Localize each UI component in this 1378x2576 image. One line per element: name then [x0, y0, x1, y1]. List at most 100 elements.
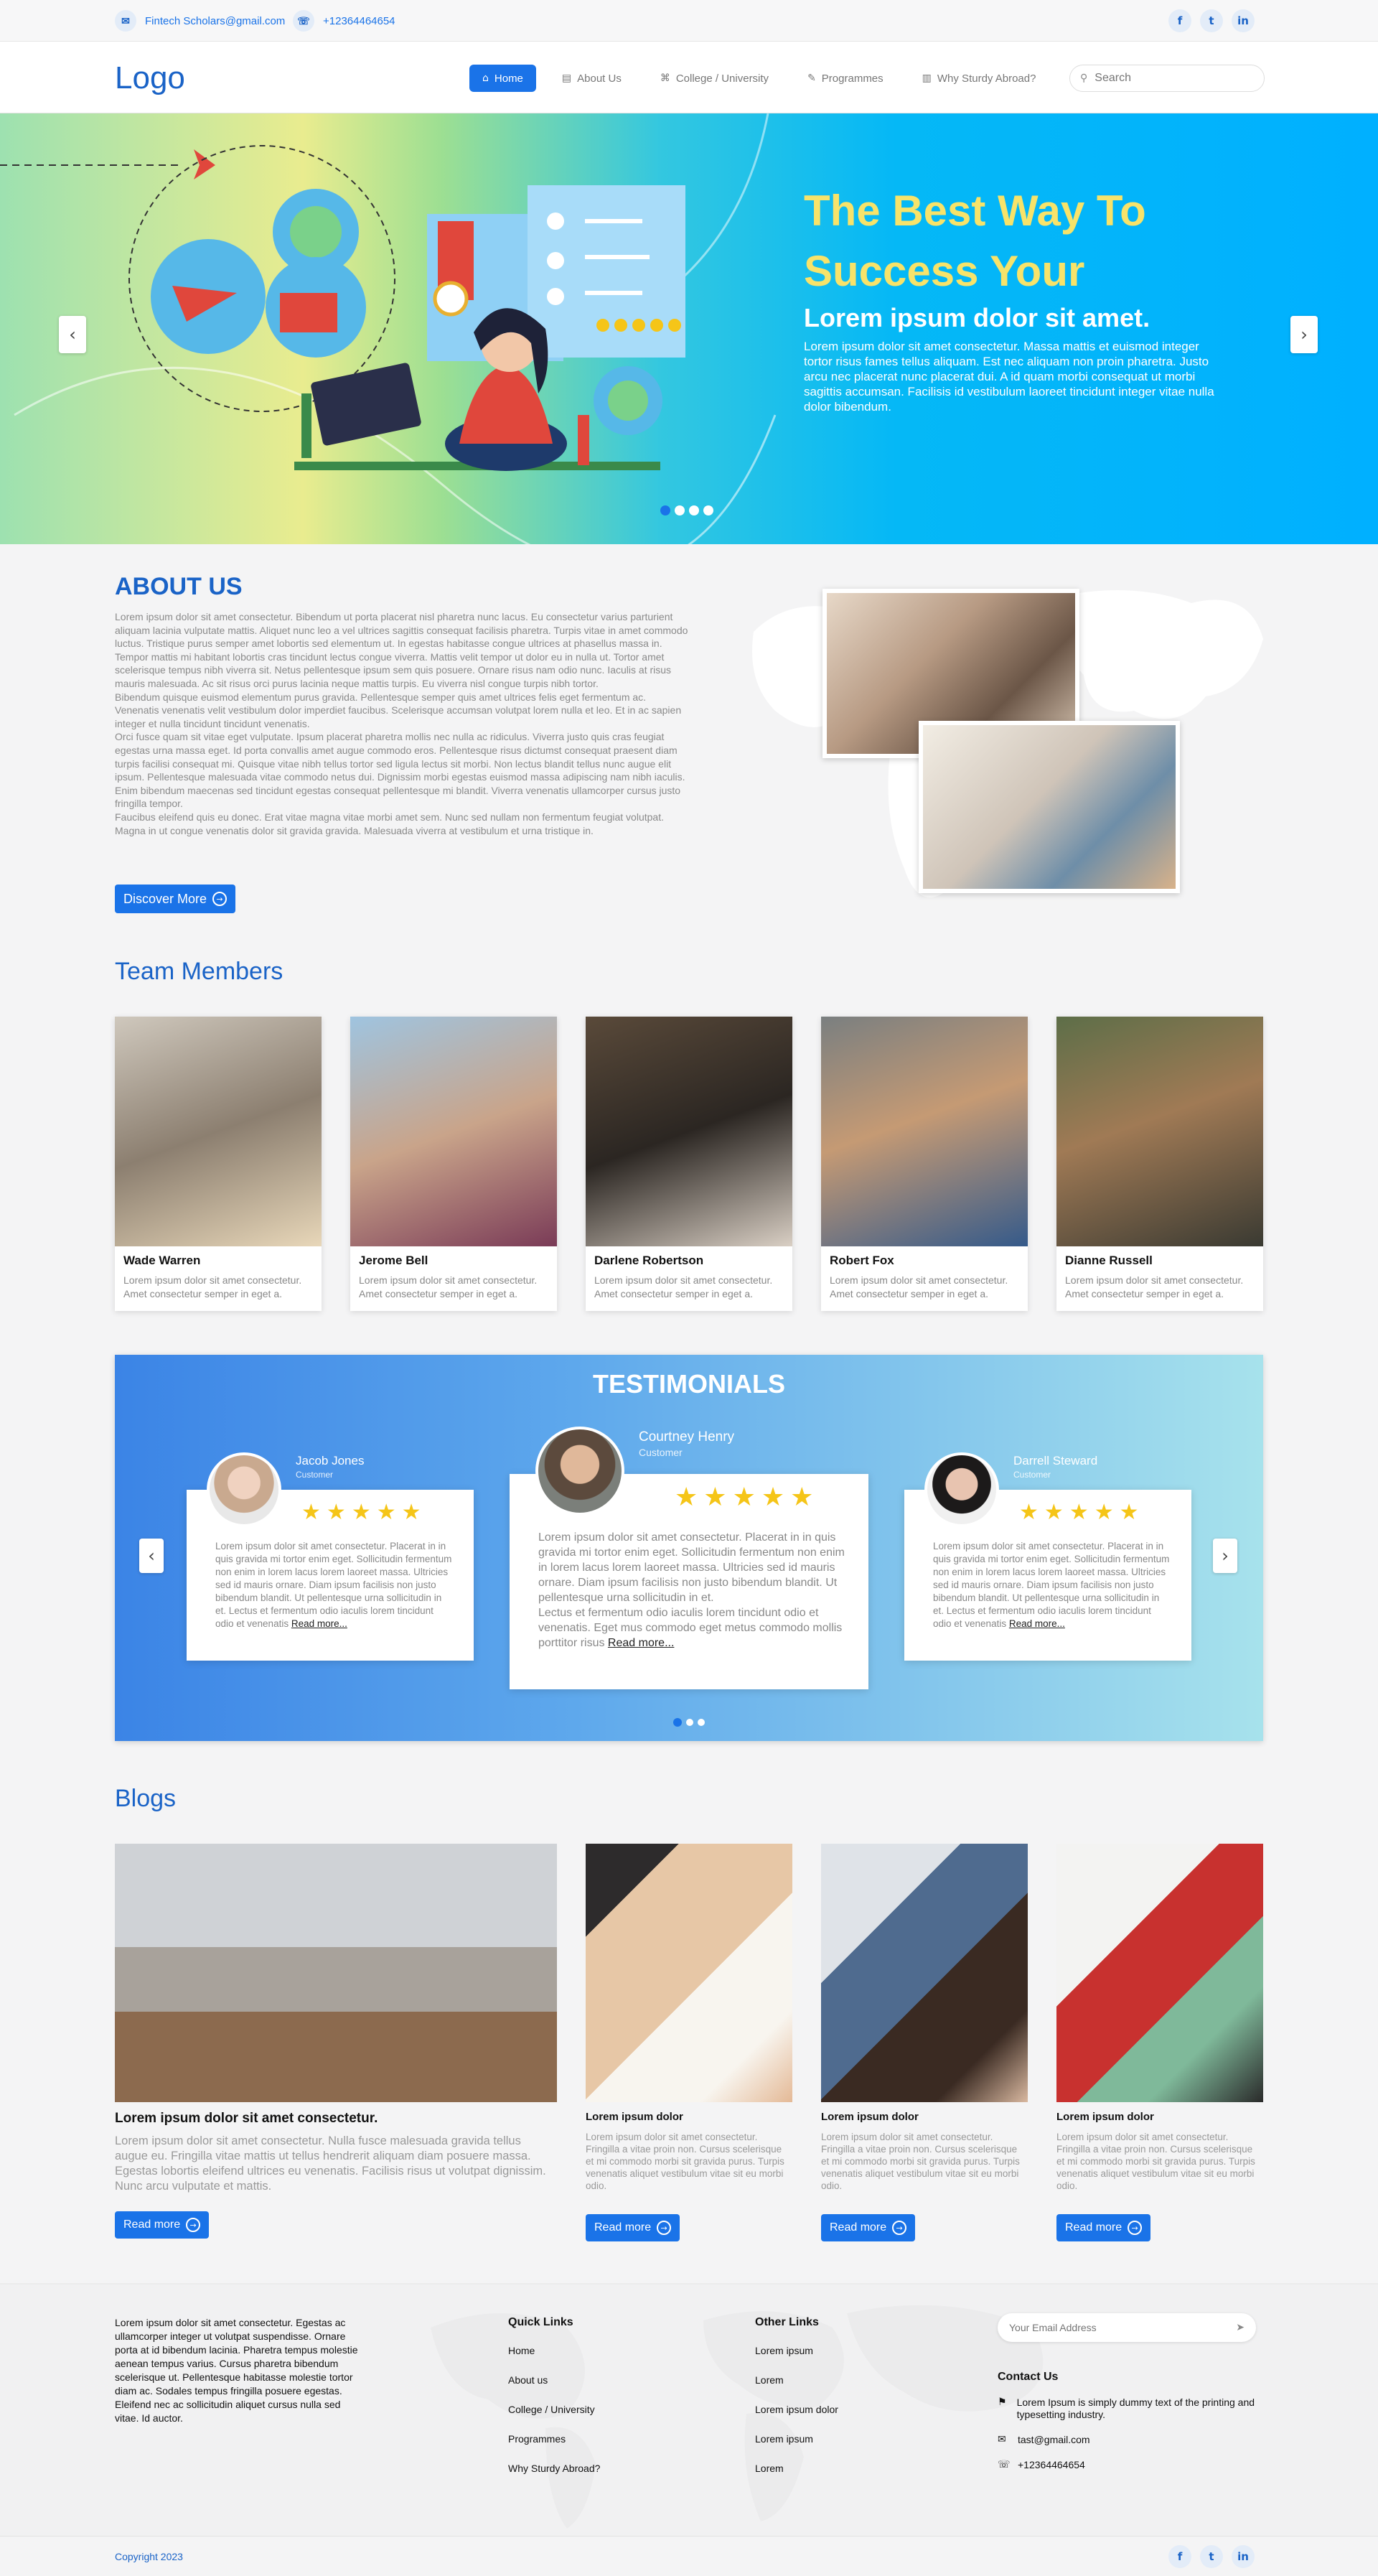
blog-title[interactable]: Lorem ipsum dolor: [821, 2111, 919, 2123]
footer-social-links: f t in: [1168, 2545, 1255, 2568]
about-photo-travel: [919, 721, 1180, 893]
topbar-phone-text: +12364464654: [323, 14, 395, 27]
facebook-icon[interactable]: f: [1168, 2545, 1191, 2568]
contact-phone-text: +12364464654: [1018, 2459, 1085, 2470]
nav-college[interactable]: ⌘ College / University: [647, 65, 782, 92]
footer-link[interactable]: Lorem ipsum dolor: [755, 2404, 838, 2415]
team-title: Team Members: [115, 958, 283, 985]
rating-stars: ★ ★ ★ ★ ★: [675, 1483, 813, 1512]
author-role: Customer: [296, 1470, 334, 1480]
blog-title[interactable]: Lorem ipsum dolor: [586, 2111, 683, 2123]
site-footer: Lorem ipsum dolor sit amet consectetur. …: [0, 2283, 1378, 2536]
testimonials-prev-arrow[interactable]: ‹: [139, 1539, 164, 1573]
about-title: ABOUT US: [115, 573, 243, 600]
star-icon: ★: [1119, 1500, 1139, 1525]
discover-more-button[interactable]: Discover More →: [115, 885, 236, 913]
testimonial-dot-1[interactable]: [673, 1718, 682, 1727]
team-desc: Lorem ipsum dolor sit amet consectetur. …: [359, 1274, 538, 1299]
arrow-right-circle-icon: →: [1128, 2221, 1143, 2235]
testimonial-dot-2[interactable]: [686, 1719, 693, 1726]
testimonials-next-arrow[interactable]: ›: [1213, 1539, 1237, 1573]
hero-dot-3[interactable]: [689, 505, 699, 515]
blog-image[interactable]: [821, 1844, 1028, 2102]
home-icon: ⌂: [482, 73, 489, 84]
hero-text: Lorem ipsum dolor sit amet consectetur. …: [804, 340, 1214, 414]
blog-title[interactable]: Lorem ipsum dolor sit amet consectetur.: [115, 2111, 378, 2127]
contact-email[interactable]: ✉ tast@gmail.com: [998, 2434, 1285, 2446]
read-more-button[interactable]: Read more →: [586, 2214, 680, 2241]
blog-image[interactable]: [115, 1844, 557, 2102]
nav-home[interactable]: ⌂ Home: [469, 65, 536, 92]
team-card[interactable]: Jerome Bell Lorem ipsum dolor sit amet c…: [350, 1017, 557, 1311]
team-card[interactable]: Wade Warren Lorem ipsum dolor sit amet c…: [115, 1017, 322, 1311]
other-links-title: Other Links: [755, 2316, 819, 2328]
team-card[interactable]: Dianne Russell Lorem ipsum dolor sit ame…: [1056, 1017, 1263, 1311]
nav-about-us[interactable]: ▤ About Us: [549, 65, 634, 92]
hero-dot-4[interactable]: [703, 505, 713, 515]
blog-image[interactable]: [1056, 1844, 1263, 2102]
footer-link[interactable]: Lorem ipsum: [755, 2433, 838, 2445]
hero-dot-2[interactable]: [675, 505, 685, 515]
team-photo: [586, 1017, 792, 1246]
team-card[interactable]: Darlene Robertson Lorem ipsum dolor sit …: [586, 1017, 792, 1311]
topbar-email[interactable]: ✉ Fintech Scholars@gmail.com: [115, 10, 285, 32]
twitter-icon[interactable]: t: [1200, 2545, 1223, 2568]
team-name: Darlene Robertson: [594, 1254, 704, 1267]
footer-link[interactable]: Programmes: [508, 2433, 600, 2445]
search-input[interactable]: [1095, 72, 1239, 85]
testimonial-author: Darrell Steward Customer: [1013, 1454, 1097, 1480]
nav-programmes[interactable]: ✎ Programmes: [795, 65, 896, 92]
testimonial-text: Lorem ipsum dolor sit amet consectetur. …: [538, 1531, 845, 1649]
nav-why-study-abroad[interactable]: ▥ Why Sturdy Abroad?: [909, 65, 1049, 92]
footer-link[interactable]: Lorem ipsum: [755, 2345, 838, 2356]
read-more-link[interactable]: Read more...: [1009, 1618, 1065, 1629]
twitter-icon[interactable]: t: [1200, 9, 1223, 32]
copyright: Copyright 2023: [115, 2551, 183, 2562]
contact-phone[interactable]: ☏ +12364464654: [998, 2459, 1285, 2471]
footer-link[interactable]: Why Sturdy Abroad?: [508, 2463, 600, 2474]
hero-prev-arrow[interactable]: ‹: [59, 316, 86, 353]
footer-link[interactable]: Lorem: [755, 2463, 838, 2474]
send-icon[interactable]: ➤: [1236, 2322, 1245, 2333]
linkedin-icon[interactable]: in: [1232, 2545, 1255, 2568]
hero-banner: ‹ › The Best Way To Success Your Lorem i…: [0, 113, 1378, 544]
team-card[interactable]: Robert Fox Lorem ipsum dolor sit amet co…: [821, 1017, 1028, 1311]
testimonial-author: Jacob Jones Customer: [296, 1454, 364, 1480]
footer-link[interactable]: Lorem: [755, 2374, 838, 2386]
site-logo[interactable]: Logo: [115, 60, 185, 96]
blog-desc: Lorem ipsum dolor sit amet consectetur. …: [586, 2132, 784, 2191]
star-icon: ★: [675, 1483, 698, 1512]
facebook-icon[interactable]: f: [1168, 9, 1191, 32]
testimonials-section: TESTIMONIALS ‹ › ★ ★ ★ ★ ★ Lorem ipsum dolor…: [115, 1355, 1263, 1741]
hero-dot-1[interactable]: [660, 505, 670, 515]
author-name: Jacob Jones: [296, 1454, 365, 1467]
footer-link[interactable]: About us: [508, 2374, 600, 2386]
nav-home-label: Home: [494, 72, 523, 85]
read-more-link[interactable]: Read more...: [291, 1618, 347, 1629]
quick-links-title: Quick Links: [508, 2316, 573, 2328]
read-more-button[interactable]: Read more →: [821, 2214, 916, 2241]
blog-image[interactable]: [586, 1844, 792, 2102]
search-box: ⚲: [1069, 65, 1265, 92]
read-more-link[interactable]: Read more...: [608, 1637, 674, 1649]
mail-icon: ✉: [998, 2434, 1006, 2445]
linkedin-icon[interactable]: in: [1232, 9, 1255, 32]
newsletter-email-input[interactable]: [1009, 2322, 1210, 2333]
main-navbar: Logo ⌂ Home ▤ About Us ⌘ College / Universi…: [0, 42, 1378, 113]
testimonial-dot-3[interactable]: [698, 1719, 705, 1726]
read-more-button[interactable]: Read more →: [115, 2211, 210, 2239]
author-role: Customer: [1013, 1470, 1051, 1480]
social-links: f t in: [1168, 9, 1255, 32]
building-icon: ⌘: [660, 73, 670, 84]
footer-link[interactable]: Home: [508, 2345, 600, 2356]
footer-link[interactable]: College / University: [508, 2404, 600, 2415]
team-desc: Lorem ipsum dolor sit amet consectetur. …: [594, 1274, 773, 1299]
star-icon: ★: [703, 1483, 727, 1512]
read-more-button[interactable]: Read more →: [1056, 2214, 1151, 2241]
testimonials-title: TESTIMONIALS: [593, 1369, 785, 1399]
about-text: Lorem ipsum dolor sit amet consectetur. …: [115, 611, 688, 836]
star-icon: ★: [1069, 1500, 1089, 1525]
topbar-phone[interactable]: ☏ +12364464654: [293, 10, 395, 32]
blog-title[interactable]: Lorem ipsum dolor: [1056, 2111, 1154, 2123]
hero-next-arrow[interactable]: ›: [1290, 316, 1318, 353]
